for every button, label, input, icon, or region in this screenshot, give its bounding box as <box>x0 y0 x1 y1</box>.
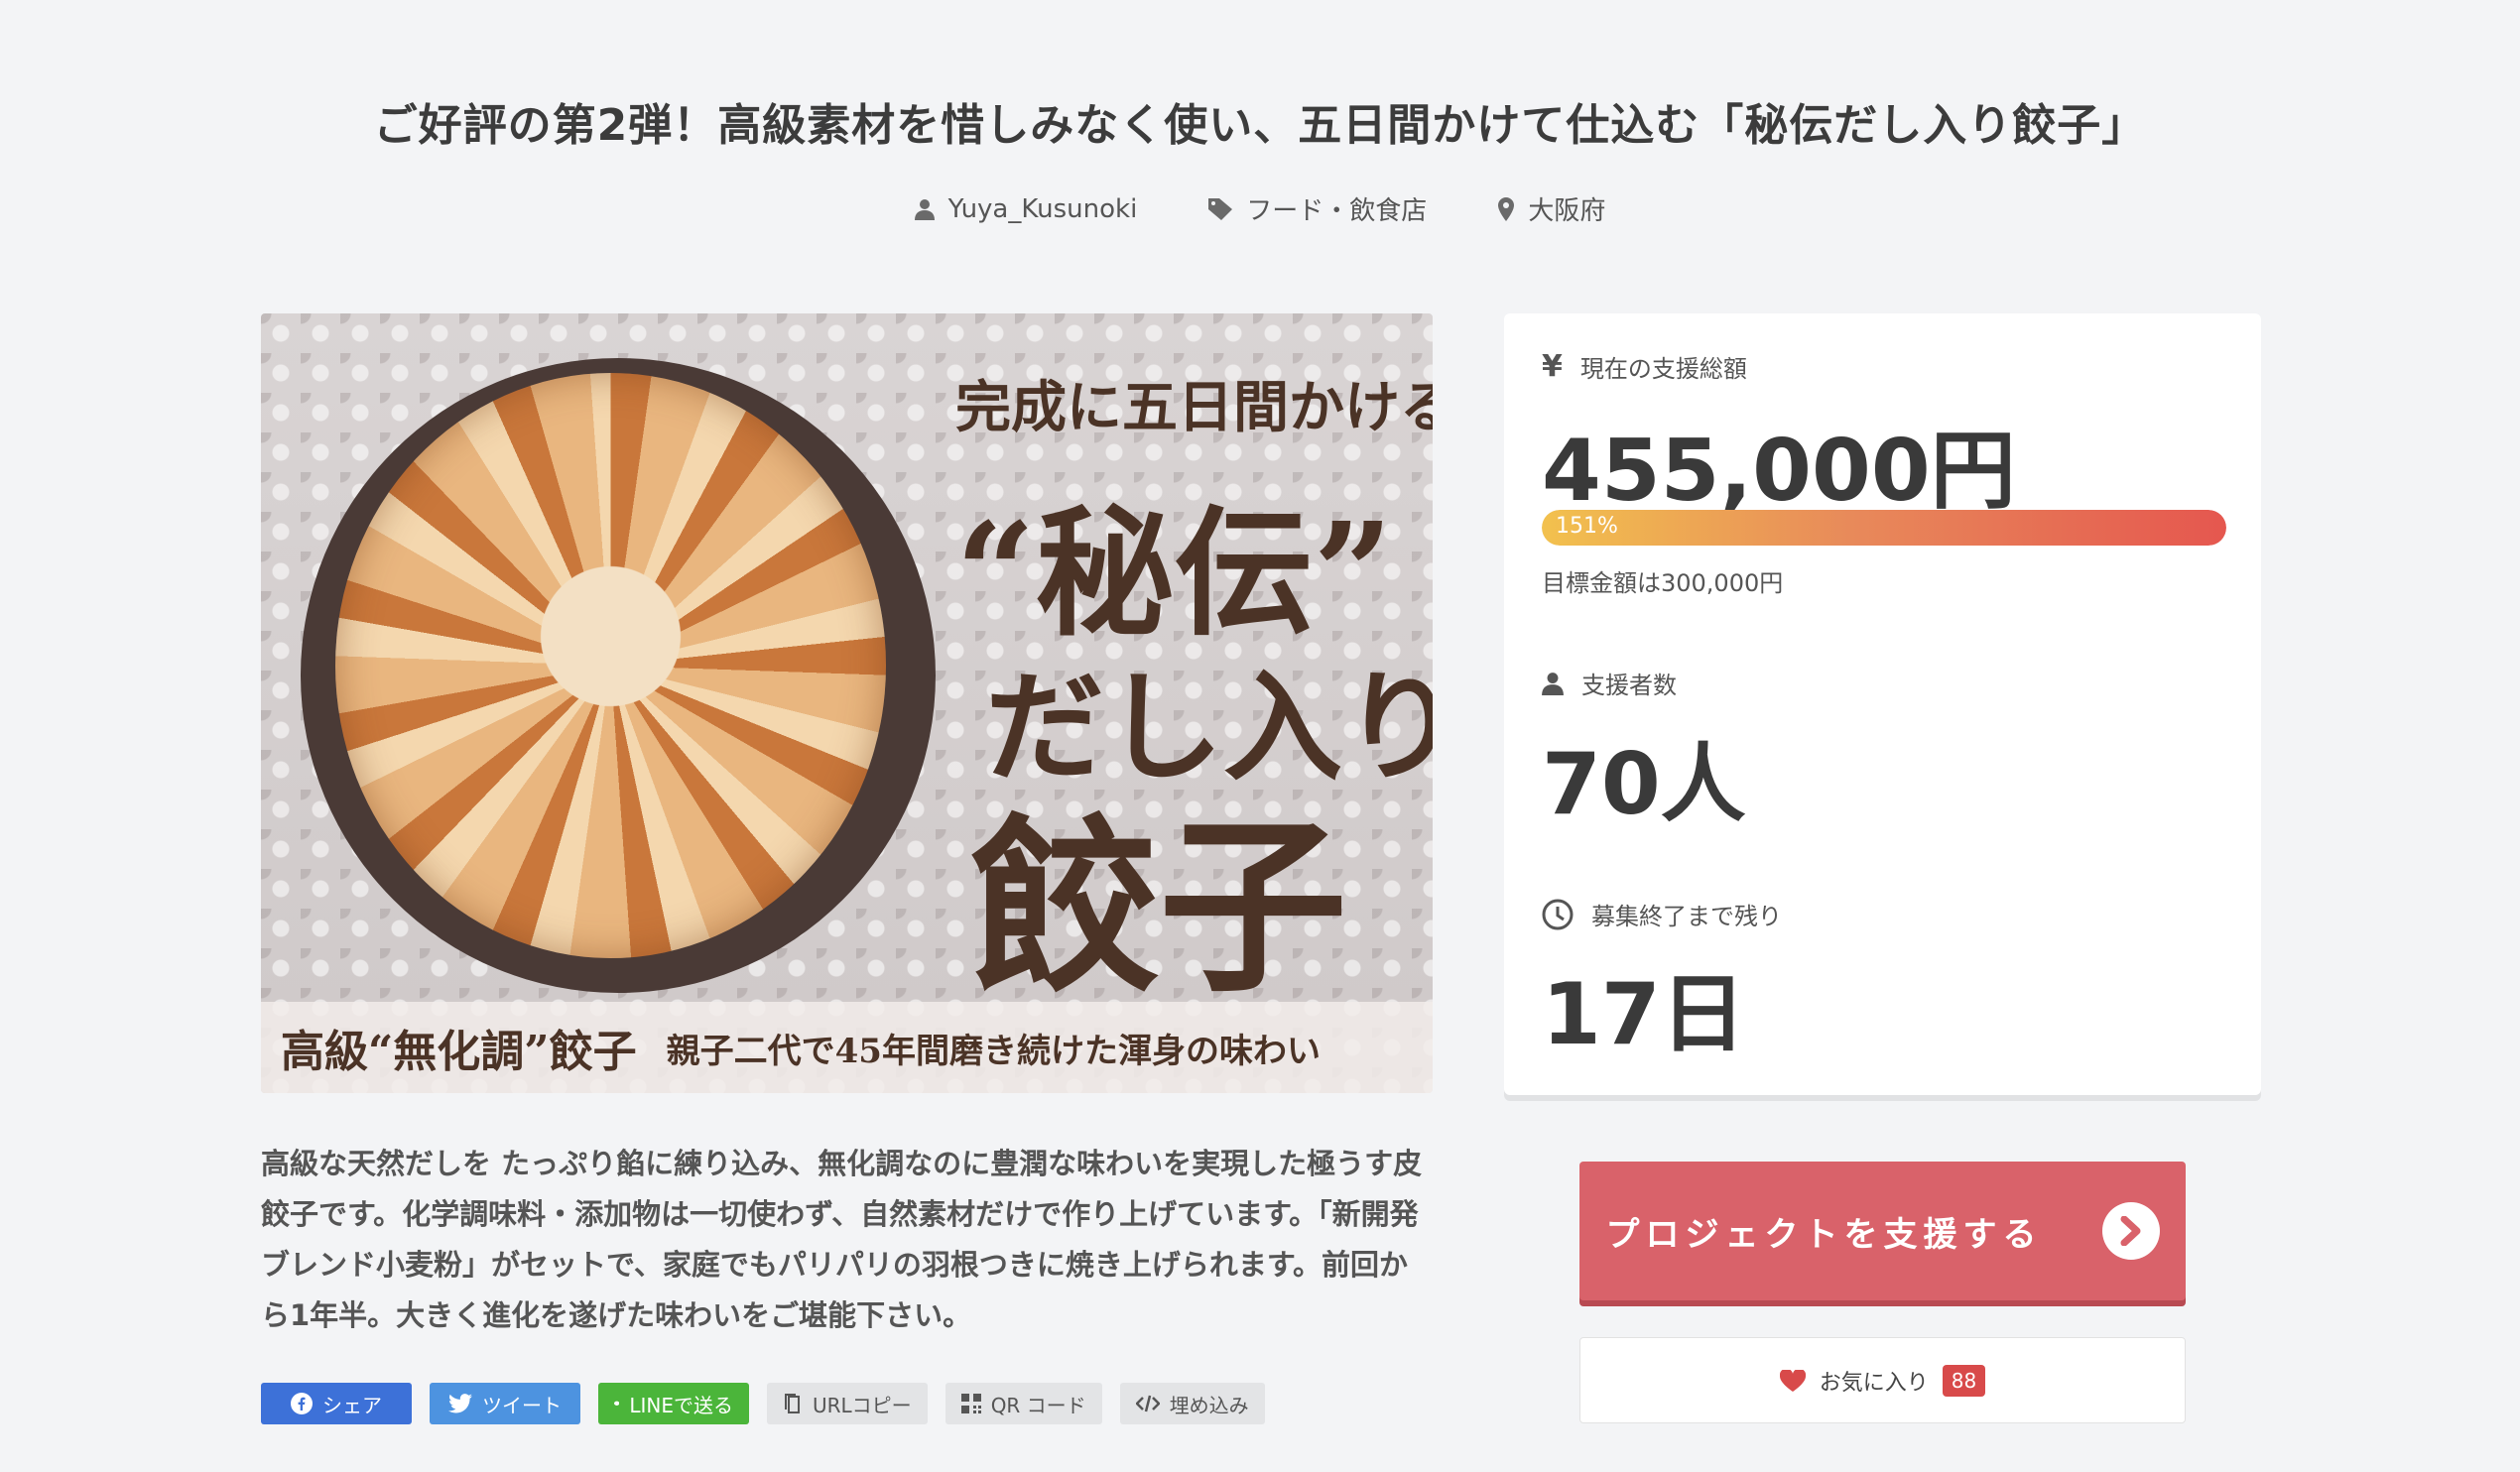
user-icon <box>1542 672 1564 695</box>
amount-value: 455,000円 <box>1542 422 2016 521</box>
hero-band-main: 高級“無化調”餃子 <box>281 1027 637 1077</box>
qr-code-label: QR コード <box>990 1393 1086 1417</box>
author-name: Yuya_Kusunoki <box>947 193 1138 224</box>
line-share-label: LINEで送る <box>629 1393 733 1417</box>
user-icon <box>914 198 935 220</box>
yen-icon: ¥ <box>1542 349 1563 384</box>
backers-value: 70人 <box>1542 735 1746 834</box>
amount-label: 現在の支援総額 <box>1579 355 1747 383</box>
hero-band-sub: 親子二代で45年間磨き続けた渾身の味わい <box>666 1031 1321 1071</box>
tag-icon <box>1208 197 1233 220</box>
location-link[interactable]: 大阪府 <box>1498 190 1605 227</box>
code-icon <box>1135 1395 1160 1412</box>
support-button-label: プロジェクトを支援する <box>1605 1214 2043 1255</box>
remaining-label-row: 募集終了まで残り <box>1542 897 1782 931</box>
remaining-label: 募集終了まで残り <box>1591 903 1782 930</box>
category-name: フード・飲食店 <box>1246 196 1428 226</box>
clock-icon <box>1542 899 1574 929</box>
facebook-share-button[interactable]: シェア <box>261 1383 412 1424</box>
facebook-share-label: シェア <box>322 1393 382 1417</box>
progress-fill <box>1542 510 2226 546</box>
project-hero-image: 完成に五日間かける、 “秘伝” だし入り 餃子 高級“無化調”餃子 親子二代で4… <box>261 313 1433 1093</box>
category-link[interactable]: フード・飲食店 <box>1208 190 1427 227</box>
twitter-icon <box>448 1394 472 1413</box>
funding-progress-bar: 151% <box>1542 510 2226 546</box>
project-title: ご好評の第2弾！高級素材を惜しみなく使い、五日間かけて仕込む「秘伝だし入り餃子」 <box>373 100 2147 151</box>
twitter-share-label: ツイート <box>482 1393 562 1417</box>
project-meta: Yuya_Kusunoki フード・飲食店 大阪府 <box>0 190 2520 227</box>
amount-label-row: ¥ 現在の支援総額 <box>1542 349 1747 384</box>
project-description: 高級な天然だしを たっぷり餡に練り込み、無化調なのに豊潤な味わいを実現した極うす… <box>261 1147 1423 1332</box>
backers-label-row: 支援者数 <box>1542 666 1677 700</box>
author-link[interactable]: Yuya_Kusunoki <box>914 190 1138 227</box>
embed-label: 埋め込み <box>1169 1393 1249 1417</box>
hero-text-line4: 餃子 <box>970 797 1348 1018</box>
line-icon <box>614 1401 620 1406</box>
map-pin-icon <box>1498 196 1515 221</box>
embed-button[interactable]: 埋め込み <box>1119 1383 1265 1424</box>
url-copy-label: URLコピー <box>813 1393 912 1417</box>
favorite-button[interactable]: お気に入り 88 <box>1579 1337 2186 1423</box>
hero-caption-band: 高級“無化調”餃子 親子二代で45年間磨き続けた渾身の味わい <box>261 1002 1433 1093</box>
url-copy-button[interactable]: URLコピー <box>767 1383 928 1424</box>
progress-percent: 151% <box>1556 514 1618 539</box>
gyoza-image <box>335 373 886 958</box>
favorite-label: お気に入り <box>1819 1370 1929 1396</box>
location-name: 大阪府 <box>1528 196 1606 226</box>
backers-label: 支援者数 <box>1581 672 1677 699</box>
line-share-button[interactable]: LINEで送る <box>598 1383 749 1424</box>
favorite-count-badge: 88 <box>1942 1364 1986 1397</box>
heart-icon <box>1779 1369 1806 1392</box>
hero-text-line1: 完成に五日間かける、 <box>955 375 1433 440</box>
funding-stats-card: ¥ 現在の支援総額 455,000円 151% 目標金額は300,000円 支援… <box>1504 313 2261 1095</box>
twitter-share-button[interactable]: ツイート <box>430 1383 580 1424</box>
remaining-value: 17日 <box>1542 965 1746 1064</box>
qr-code-button[interactable]: QR コード <box>945 1383 1102 1424</box>
chevron-right-icon <box>2101 1202 2160 1260</box>
copy-icon <box>785 1394 800 1413</box>
qr-code-icon <box>960 1394 981 1413</box>
goal-amount: 目標金額は300,000円 <box>1542 569 1784 597</box>
support-project-button[interactable]: プロジェクトを支援する <box>1579 1162 2186 1300</box>
facebook-icon <box>291 1393 313 1414</box>
share-buttons: シェア ツイート LINEで送る URLコピー QR コード 埋め込み <box>261 1383 1265 1424</box>
